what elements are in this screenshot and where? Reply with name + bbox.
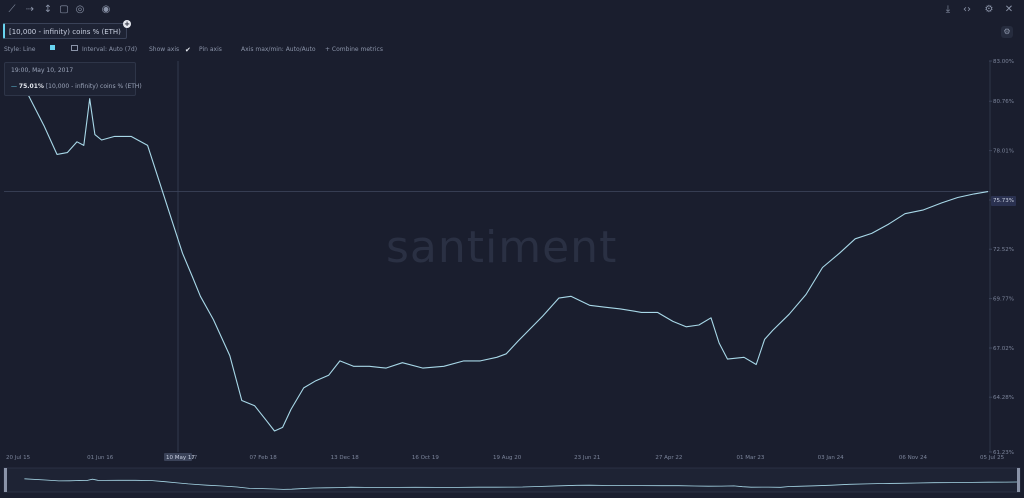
- x-tick-label: 20 Jul 15: [6, 455, 31, 461]
- x-tick-label: 27 Apr 22: [655, 455, 682, 461]
- x-tick-label: 23 Jun 21: [574, 455, 600, 461]
- y-tick-label: 69.77%: [993, 297, 1014, 303]
- x-tick-label: 05 Jul 25: [980, 455, 1005, 461]
- current-value-badge: 75.73%: [991, 196, 1016, 206]
- tooltip-metric: [10,000 - infinity) coins % (ETH): [46, 83, 142, 90]
- y-tick-label: 67.02%: [993, 346, 1014, 352]
- x-tick-label: 19 Aug 20: [493, 455, 522, 461]
- series-line: [24, 86, 988, 431]
- navigator-left-handle: [4, 468, 7, 492]
- tooltip-date: 19:00, May 10, 2017: [11, 67, 73, 74]
- y-tick-label: 72.52%: [993, 247, 1014, 253]
- x-tick-label: 01 Mar 23: [737, 455, 765, 461]
- x-tick-label: 07 Feb 18: [250, 455, 278, 461]
- crosshair-date-label: 10 May 17: [166, 455, 195, 461]
- tooltip-value: 75.01%: [19, 83, 44, 90]
- y-tick-label: 64.28%: [993, 395, 1014, 401]
- series-dash-icon: —: [11, 83, 17, 90]
- x-tick-label: 03 Jan 24: [818, 455, 844, 461]
- x-tick-label: 13 Dec 18: [331, 455, 360, 461]
- y-tick-label: 83.00%: [993, 59, 1014, 65]
- x-tick-label: 16 Oct 19: [412, 455, 440, 461]
- x-tick-label: 06 Nov 24: [899, 455, 928, 461]
- navigator: [4, 468, 1020, 492]
- tooltip: 19:00, May 10, 2017 — 75.01% [10,000 - i…: [4, 62, 136, 96]
- chart-page: ⟋ ⇢ ↕ ▢ ◎ ◉ ⤓ ‹› ⚙ ✕ [10,000 - infinity)…: [0, 0, 1024, 498]
- navigator-right-handle: [1017, 468, 1020, 492]
- x-tick-label: 01 Jun 16: [87, 455, 114, 461]
- tooltip-value-row: — 75.01% [10,000 - infinity) coins % (ET…: [11, 83, 142, 90]
- y-tick-label: 80.76%: [993, 99, 1014, 105]
- y-tick-label: 78.01%: [993, 149, 1014, 155]
- chart-area[interactable]: 83.00%80.76%78.01%75.26%72.52%69.77%67.0…: [0, 0, 1024, 498]
